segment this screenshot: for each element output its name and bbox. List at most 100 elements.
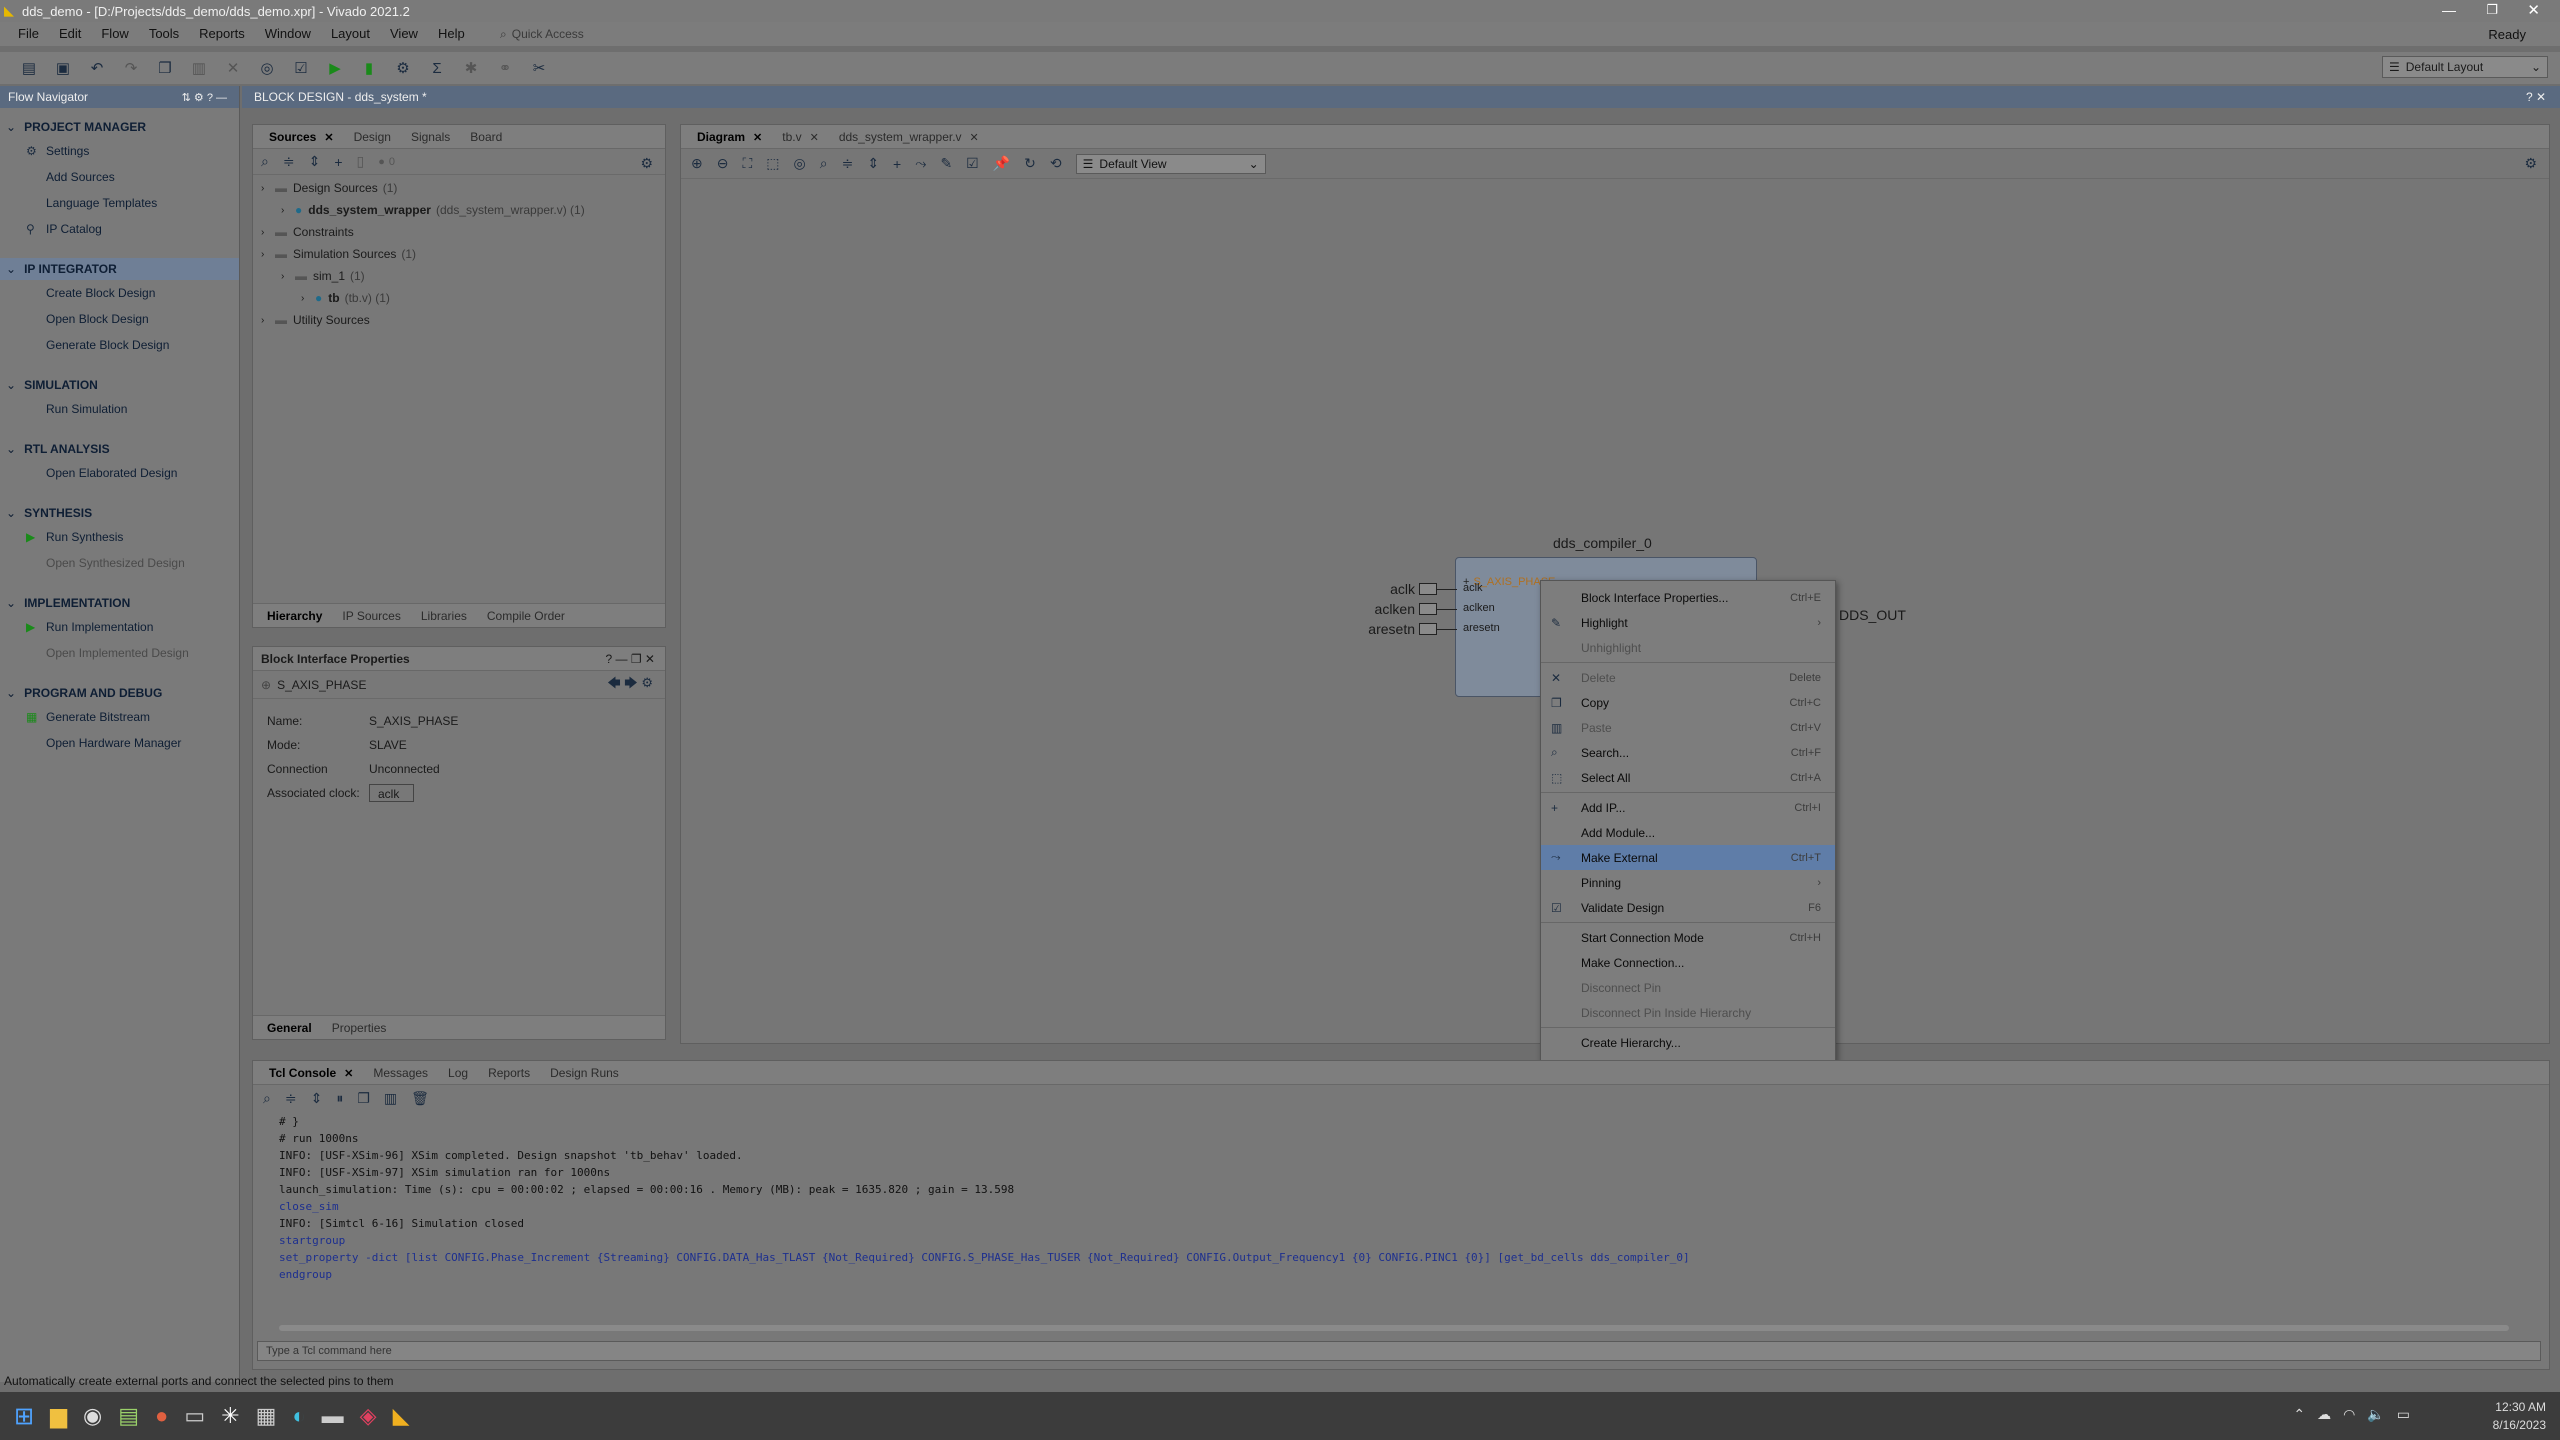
nav-section-header[interactable]: ⌄ SYNTHESIS	[0, 502, 239, 524]
menu-layout[interactable]: Layout	[321, 22, 380, 46]
save-icon[interactable]: ▣	[52, 57, 74, 79]
tool-icon[interactable]: ✂	[528, 57, 550, 79]
pin-label[interactable]: aresetn	[1463, 622, 1500, 634]
menu-reports[interactable]: Reports	[189, 22, 255, 46]
nav-item[interactable]: ⚲ IP Catalog	[0, 216, 239, 242]
nav-item[interactable]: Open Implemented Design	[0, 640, 239, 666]
link-icon[interactable]: ⚭	[494, 57, 516, 79]
context-menu-item-disconnect-pin-inside-hierarchy[interactable]: Disconnect Pin Inside Hierarchy	[1541, 1000, 1835, 1025]
input-port-label[interactable]: aclken	[1321, 601, 1415, 617]
context-menu-item-pinning[interactable]: Pinning ›	[1541, 870, 1835, 895]
tree-node[interactable]: › ▬ Design Sources (1)	[261, 177, 665, 199]
copy-icon[interactable]: ❐	[154, 57, 176, 79]
tab-signals[interactable]: Signals	[401, 125, 460, 149]
tab-general[interactable]: General	[257, 1016, 322, 1040]
pause-icon[interactable]: ⏸	[336, 1090, 343, 1107]
close-button[interactable]: ✕	[2527, 1, 2540, 19]
tab-tb-v[interactable]: tb.v ✕	[772, 125, 829, 149]
context-menu-item-copy[interactable]: ❐ Copy Ctrl+C	[1541, 690, 1835, 715]
tab-properties[interactable]: Properties	[322, 1016, 397, 1040]
minimize-button[interactable]: —	[2442, 2, 2456, 18]
cloud-icon[interactable]: ☁	[2317, 1406, 2331, 1423]
gear-icon[interactable]: ⚙	[640, 155, 653, 172]
nav-section-header[interactable]: ⌄ IMPLEMENTATION	[0, 592, 239, 614]
chevron-icon[interactable]: ›	[261, 249, 275, 260]
chevron-icon[interactable]: ›	[281, 205, 295, 216]
calculator-icon[interactable]: ▦	[256, 1403, 277, 1429]
nav-item[interactable]: ⚙ Settings	[0, 138, 239, 164]
nav-item[interactable]: Language Templates	[0, 190, 239, 216]
context-menu-item-start-connection-mode[interactable]: Start Connection Mode Ctrl+H	[1541, 925, 1835, 950]
pin-icon[interactable]: 📌	[993, 155, 1010, 172]
tree-node[interactable]: › ▬ Simulation Sources (1)	[261, 243, 665, 265]
context-menu-item-block-interface-properties[interactable]: Block Interface Properties... Ctrl+E	[1541, 585, 1835, 610]
copy-icon[interactable]: ❐	[357, 1090, 370, 1107]
auto-fit-icon[interactable]: ◎	[794, 155, 806, 172]
validate-icon[interactable]: ☑	[966, 155, 979, 172]
layout-select[interactable]: ☰ Default Layout ⌄	[2382, 56, 2548, 78]
edge-icon[interactable]: ◐	[292, 1403, 305, 1429]
tab-reports[interactable]: Reports	[478, 1061, 540, 1085]
tree-node[interactable]: › ● dds_system_wrapper (dds_system_wrapper.…	[261, 199, 665, 221]
quick-access[interactable]: ⌕ Quick Access	[500, 25, 680, 43]
nav-item[interactable]: ▶ Run Implementation	[0, 614, 239, 640]
context-menu-item-make-connection[interactable]: Make Connection...	[1541, 950, 1835, 975]
nav-arrows-icon[interactable]: 🡄 🡆 ⚙	[607, 674, 653, 696]
redo-icon[interactable]: ↷	[120, 57, 142, 79]
auto-connect-icon[interactable]: ◎	[256, 57, 278, 79]
input-port-label[interactable]: aresetn	[1321, 621, 1415, 637]
tree-node[interactable]: › ▬ Utility Sources	[261, 309, 665, 331]
menu-edit[interactable]: Edit	[49, 22, 91, 46]
menu-tools[interactable]: Tools	[139, 22, 189, 46]
nav-section-header[interactable]: ⌄ SIMULATION	[0, 374, 239, 396]
context-menu-item-validate-design[interactable]: ☑ Validate Design F6	[1541, 895, 1835, 920]
notepad-icon[interactable]: ▤	[118, 1403, 139, 1429]
close-tab-icon[interactable]: ✕	[970, 132, 979, 144]
run-icon[interactable]: ▶	[324, 57, 346, 79]
tab-design-runs[interactable]: Design Runs	[540, 1061, 629, 1085]
app-icon[interactable]: ◈	[360, 1403, 377, 1429]
fit-icon[interactable]: ⛶	[742, 155, 752, 172]
nav-item[interactable]: ▦ Generate Bitstream	[0, 704, 239, 730]
collapse-icon[interactable]: ≑	[285, 1090, 297, 1107]
pin-label[interactable]: aclk	[1463, 582, 1483, 594]
file-explorer-icon[interactable]: ▆	[50, 1403, 67, 1429]
tab-board[interactable]: Board	[460, 125, 512, 149]
close-tab-icon[interactable]: ✕	[344, 1068, 353, 1080]
nav-item[interactable]: ▶ Run Synthesis	[0, 524, 239, 550]
console-app-icon[interactable]: ▬	[322, 1403, 344, 1429]
tree-node[interactable]: › ● tb (tb.v) (1)	[261, 287, 665, 309]
panel-controls-icon[interactable]: ? — ❐ ✕	[606, 652, 656, 666]
refresh-icon[interactable]: ↻	[1024, 155, 1036, 172]
nav-item[interactable]: Create Block Design	[0, 280, 239, 306]
zoom-in-icon[interactable]: ⊕	[691, 155, 703, 172]
context-menu-item-make-external[interactable]: ⤳ Make External Ctrl+T	[1541, 845, 1835, 870]
collapse-icon[interactable]: ≑	[842, 155, 854, 172]
chevron-up-icon[interactable]: ⌃	[2293, 1406, 2305, 1423]
tab-compile-order[interactable]: Compile Order	[477, 604, 575, 628]
sigma-icon[interactable]: Σ	[426, 57, 448, 79]
paste-icon[interactable]: ▥	[188, 57, 210, 79]
add-ip-icon[interactable]: +	[893, 156, 901, 172]
chevron-icon[interactable]: ›	[261, 227, 275, 238]
nav-item[interactable]: Generate Block Design	[0, 332, 239, 358]
context-menu-item-unhighlight[interactable]: Unhighlight	[1541, 635, 1835, 660]
tab-messages[interactable]: Messages	[363, 1061, 438, 1085]
vivado-taskbar-icon[interactable]: ◣	[393, 1403, 410, 1429]
add-source-icon[interactable]: +	[334, 154, 342, 170]
search-icon[interactable]: ⌕	[261, 153, 269, 170]
expand-icon[interactable]: ⇕	[311, 1090, 323, 1107]
settings-icon[interactable]: ⚙	[392, 57, 414, 79]
tab-ip-sources[interactable]: IP Sources	[332, 604, 410, 628]
context-menu-item-delete[interactable]: ✕ Delete Delete	[1541, 665, 1835, 690]
chrome-icon[interactable]: ◉	[83, 1403, 102, 1429]
undo-icon[interactable]: ↶	[86, 57, 108, 79]
nav-section-header[interactable]: ⌄ RTL ANALYSIS	[0, 438, 239, 460]
open-project-icon[interactable]: ▤	[18, 57, 40, 79]
output-port-label[interactable]: DDS_OUT	[1839, 607, 1906, 623]
port-symbol[interactable]	[1419, 603, 1437, 615]
wifi-icon[interactable]: ◠	[2343, 1406, 2355, 1423]
nav-item[interactable]: Open Elaborated Design	[0, 460, 239, 486]
nav-item[interactable]: Open Hardware Manager	[0, 730, 239, 756]
close-design-icon[interactable]: ? ✕	[2526, 90, 2546, 104]
